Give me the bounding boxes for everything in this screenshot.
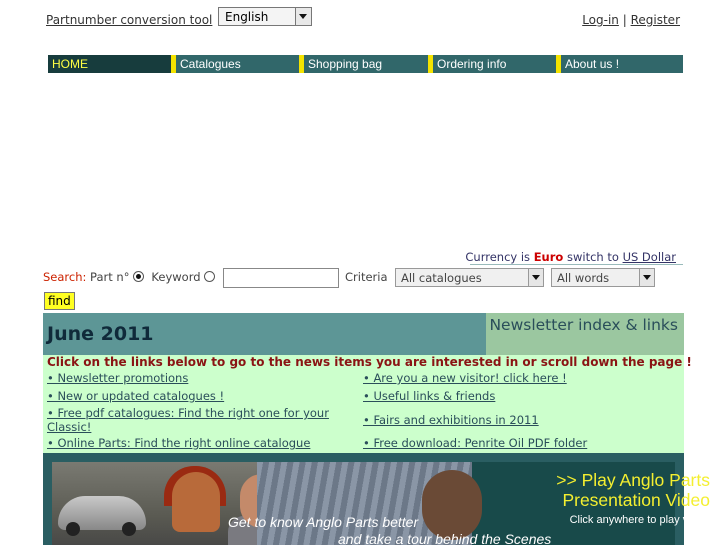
link-free-pdf-catalogues[interactable]: • Free pdf catalogues: Find the right on… bbox=[47, 406, 347, 434]
search-options: Search: Part n° Keyword bbox=[43, 270, 216, 284]
find-button[interactable]: find bbox=[44, 292, 75, 310]
currency-prefix: Currency is bbox=[465, 250, 531, 264]
criteria-label: Criteria bbox=[345, 270, 388, 284]
banner-know-text: Get to know Anglo Parts better bbox=[228, 514, 419, 530]
language-select-value: English bbox=[225, 10, 269, 24]
partnumber-conversion-link[interactable]: Partnumber conversion tool bbox=[46, 13, 212, 27]
link-online-parts[interactable]: • Online Parts: Find the right online ca… bbox=[47, 436, 310, 450]
chevron-down-icon[interactable] bbox=[528, 269, 543, 286]
part-number-radio[interactable] bbox=[133, 271, 145, 282]
catalogue-select-value: All catalogues bbox=[401, 271, 482, 285]
nav-item-home[interactable]: HOME bbox=[48, 55, 171, 73]
currency-switch-text: switch to bbox=[566, 250, 619, 264]
auth-links: Log-in | Register bbox=[582, 13, 680, 27]
link-useful-links[interactable]: • Useful links & friends bbox=[363, 389, 495, 403]
currency-info: Currency is Euro switch to US Dollar bbox=[465, 250, 676, 264]
nav-item-catalogues[interactable]: Catalogues bbox=[176, 55, 298, 73]
register-link[interactable]: Register bbox=[631, 13, 680, 27]
chevron-down-icon[interactable] bbox=[295, 8, 311, 25]
banner-play-line2[interactable]: Presentation Video bbox=[562, 490, 710, 511]
newsletter-title: June 2011 bbox=[47, 323, 154, 345]
nav-item-about-us[interactable]: About us ! bbox=[561, 55, 683, 73]
link-new-catalogues[interactable]: • New or updated catalogues ! bbox=[47, 389, 224, 403]
catalogue-select[interactable]: All catalogues bbox=[395, 268, 544, 287]
currency-switch-link[interactable]: US Dollar bbox=[623, 250, 676, 264]
main-nav: HOME Catalogues Shopping bag Ordering in… bbox=[48, 55, 683, 73]
newsletter-instructions: Click on the links below to go to the ne… bbox=[47, 355, 692, 369]
words-select[interactable]: All words bbox=[551, 268, 655, 287]
link-new-visitor[interactable]: • Are you a new visitor! click here ! bbox=[363, 371, 567, 385]
nav-item-shopping-bag[interactable]: Shopping bag bbox=[304, 55, 426, 73]
banner-play-line1[interactable]: >> Play Anglo Parts bbox=[556, 470, 710, 491]
login-link[interactable]: Log-in bbox=[582, 13, 619, 27]
search-option-part-label: Part n° bbox=[90, 270, 130, 284]
language-select[interactable]: English bbox=[218, 7, 312, 26]
link-newsletter-promotions[interactable]: • Newsletter promotions bbox=[47, 371, 188, 385]
newsletter-index-link[interactable]: Newsletter index & links bbox=[489, 315, 678, 335]
headset-person-image bbox=[422, 470, 482, 540]
search-label: Search: bbox=[43, 270, 87, 284]
currency-divider bbox=[470, 264, 683, 265]
car-wheel bbox=[66, 522, 80, 536]
words-select-value: All words bbox=[557, 271, 610, 285]
search-option-keyword-label: Keyword bbox=[151, 270, 201, 284]
auth-separator: | bbox=[622, 13, 627, 27]
nav-item-ordering-info[interactable]: Ordering info bbox=[433, 55, 555, 73]
link-fairs-exhibitions[interactable]: • Fairs and exhibitions in 2011 bbox=[363, 413, 539, 427]
link-penrite-download[interactable]: • Free download: Penrite Oil PDF folder bbox=[363, 436, 587, 450]
person-image bbox=[172, 472, 220, 532]
newsletter-index-box: Newsletter index & links bbox=[486, 313, 684, 355]
chevron-down-icon[interactable] bbox=[639, 269, 654, 286]
car-wheel bbox=[122, 522, 136, 536]
keyword-radio[interactable] bbox=[204, 271, 216, 282]
currency-current: Euro bbox=[533, 250, 564, 264]
search-input[interactable] bbox=[223, 268, 339, 288]
banner-click-text: Click anywhere to play video bbox=[569, 514, 709, 526]
